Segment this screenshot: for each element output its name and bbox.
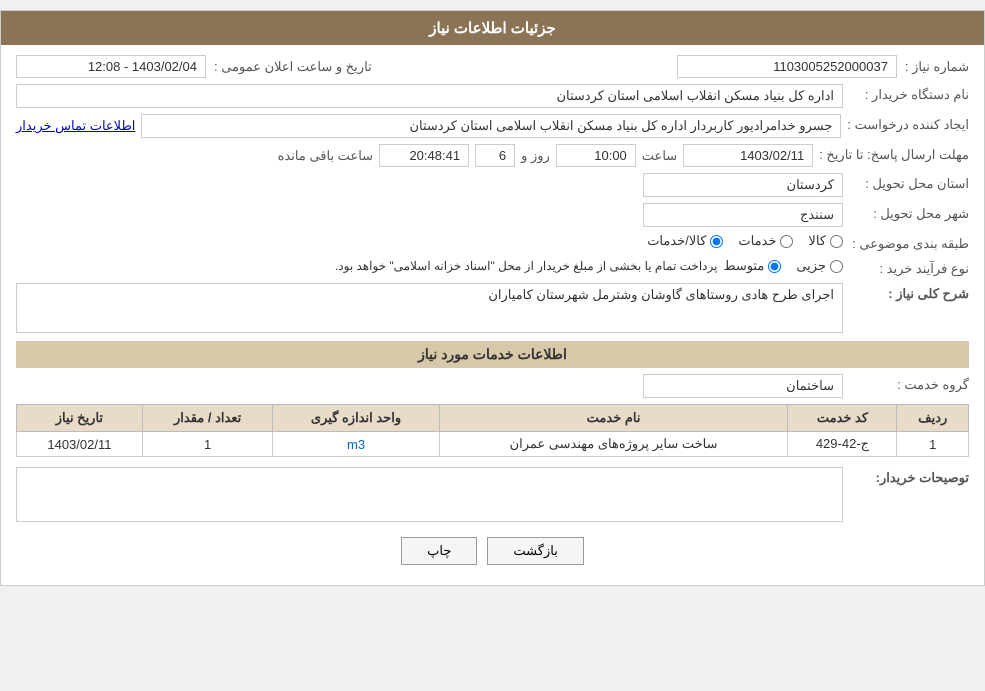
back-button[interactable]: بازگشت xyxy=(487,537,583,565)
tabaqe-radio-group: کالا خدمات کالا/خدمات xyxy=(647,233,843,249)
radio-kala-khadamat-item: کالا/خدمات xyxy=(647,233,723,249)
col-vahed: واحد اندازه گیری xyxy=(273,405,439,432)
cell-nam: ساخت سایر پروژه‌های مهندسی عمران xyxy=(439,432,788,457)
radio-jozvi[interactable] xyxy=(830,260,843,273)
radio-motavaset-label: متوسط xyxy=(723,258,764,274)
remaining-label: ساعت باقی مانده xyxy=(278,148,373,164)
col-radif: ردیف xyxy=(897,405,969,432)
radio-kala-item: کالا xyxy=(808,233,843,249)
page-container: جزئیات اطلاعات نیاز شماره نیاز : 1103005… xyxy=(0,10,985,586)
sharh-label: شرح کلی نیاز : xyxy=(849,283,969,302)
radio-motavaset-item: متوسط xyxy=(723,258,781,274)
cell-radif: 1 xyxy=(897,432,969,457)
ijad-fields: جسرو خدامرادیور کاربردار اداره کل بنیاد … xyxy=(16,114,841,138)
mohlat-label: مهلت ارسال پاسخ: تا تاریخ : xyxy=(819,144,969,163)
tarikh-elan-value: 1403/02/04 - 12:08 xyxy=(16,55,206,78)
table-row: 1ج-42-429ساخت سایر پروژه‌های مهندسی عمرا… xyxy=(17,432,969,457)
mohlat-date: 1403/02/11 xyxy=(683,144,813,167)
tarikh-label: تاریخ و ساعت اعلان عمومی : xyxy=(214,59,372,75)
radio-khadamat-label: خدمات xyxy=(738,233,776,249)
services-table: ردیف کد خدمت نام خدمت واحد اندازه گیری ت… xyxy=(16,404,969,457)
nam-dastgah-row: نام دستگاه خریدار : اداره کل بنیاد مسکن … xyxy=(16,84,969,108)
farayand-text: پرداخت تمام یا بخشی از مبلغ خریدار از مح… xyxy=(335,259,718,273)
shahr-row: شهر محل تحویل : سنندج xyxy=(16,203,969,227)
cell-tedad: 1 xyxy=(142,432,273,457)
tabaqe-row: طبقه بندی موضوعی : کالا خدمات کالا/خدمات xyxy=(16,233,969,252)
shahr-value: سنندج xyxy=(643,203,843,227)
ijad-value: جسرو خدامرادیور کاربردار اداره کل بنیاد … xyxy=(141,114,841,138)
col-tarikh: تاریخ نیاز xyxy=(17,405,143,432)
col-kod: کد خدمت xyxy=(788,405,897,432)
col-nam: نام خدمت xyxy=(439,405,788,432)
radio-kala-khadamat-label: کالا/خدمات xyxy=(647,233,706,249)
mohlat-fields: 1403/02/11 ساعت 10:00 روز و 6 20:48:41 س… xyxy=(16,144,813,167)
roz-label: روز و xyxy=(521,148,550,164)
grohe-label: گروه خدمت : xyxy=(849,374,969,393)
sharh-value: اجرای طرح هادی روستاهای گاوشان وشترمل شه… xyxy=(16,283,843,333)
farayand-label: نوع فرآیند خرید : xyxy=(849,258,969,277)
grohe-row: گروه خدمت : ساختمان xyxy=(16,374,969,398)
content-area: شماره نیاز : 1103005252000037 تاریخ و سا… xyxy=(1,45,984,585)
radio-kala[interactable] xyxy=(830,235,843,248)
ijad-row: ایجاد کننده درخواست : جسرو خدامرادیور کا… xyxy=(16,114,969,138)
nam-dastgah-label: نام دستگاه خریدار : xyxy=(849,84,969,103)
col-tedad: تعداد / مقدار xyxy=(142,405,273,432)
title-text: جزئیات اطلاعات نیاز xyxy=(429,20,556,37)
nam-dastgah-value: اداره کل بنیاد مسکن انقلاب اسلامی استان … xyxy=(16,84,843,108)
tosih-row: توصیحات خریدار: xyxy=(16,467,969,522)
print-button[interactable]: چاپ xyxy=(401,537,477,565)
sharh-row: شرح کلی نیاز : اجرای طرح هادی روستاهای گ… xyxy=(16,283,969,333)
farayand-radio-group: جزیی متوسط xyxy=(723,258,843,274)
farayand-fields: جزیی متوسط پرداخت تمام یا بخشی از مبلغ خ… xyxy=(16,258,843,274)
grohe-value: ساختمان xyxy=(643,374,843,398)
radio-jozvi-item: جزیی xyxy=(796,258,843,274)
cell-vahed: m3 xyxy=(273,432,439,457)
top-info-row: شماره نیاز : 1103005252000037 تاریخ و سا… xyxy=(16,55,969,78)
shomare-group: شماره نیاز : 1103005252000037 xyxy=(677,55,969,78)
saat-label: ساعت xyxy=(642,148,677,164)
ettelaat-tamas-link[interactable]: اطلاعات تماس خریدار xyxy=(16,118,135,134)
radio-khadamat-item: خدمات xyxy=(738,233,793,249)
radio-kala-khadamat[interactable] xyxy=(710,235,723,248)
ostan-label: استان محل تحویل : xyxy=(849,173,969,192)
ijad-label: ایجاد کننده درخواست : xyxy=(847,114,969,133)
mohlat-roz: 6 xyxy=(475,144,515,167)
remaining-value: 20:48:41 xyxy=(379,144,469,167)
mohlat-saat: 10:00 xyxy=(556,144,636,167)
shomare-value: 1103005252000037 xyxy=(677,55,897,78)
cell-tarikh: 1403/02/11 xyxy=(17,432,143,457)
shomare-label: شماره نیاز : xyxy=(905,59,969,75)
mohlat-row: مهلت ارسال پاسخ: تا تاریخ : 1403/02/11 س… xyxy=(16,144,969,167)
bottom-buttons: بازگشت چاپ xyxy=(16,537,969,565)
radio-khadamat[interactable] xyxy=(780,235,793,248)
tabaqe-label: طبقه بندی موضوعی : xyxy=(849,233,969,252)
page-title: جزئیات اطلاعات نیاز xyxy=(1,11,984,45)
cell-kod: ج-42-429 xyxy=(788,432,897,457)
farayand-row: نوع فرآیند خرید : جزیی متوسط پرداخت تمام… xyxy=(16,258,969,277)
ostan-value: کردستان xyxy=(643,173,843,197)
table-header-row: ردیف کد خدمت نام خدمت واحد اندازه گیری ت… xyxy=(17,405,969,432)
radio-kala-label: کالا xyxy=(808,233,826,249)
radio-jozvi-label: جزیی xyxy=(796,258,826,274)
ostan-row: استان محل تحویل : کردستان xyxy=(16,173,969,197)
khadamat-header: اطلاعات خدمات مورد نیاز xyxy=(16,341,969,368)
tosih-textarea[interactable] xyxy=(16,467,843,522)
tarikh-group: تاریخ و ساعت اعلان عمومی : 1403/02/04 - … xyxy=(16,55,372,78)
shahr-label: شهر محل تحویل : xyxy=(849,203,969,222)
tosih-label: توصیحات خریدار: xyxy=(849,467,969,486)
radio-motavaset[interactable] xyxy=(768,260,781,273)
